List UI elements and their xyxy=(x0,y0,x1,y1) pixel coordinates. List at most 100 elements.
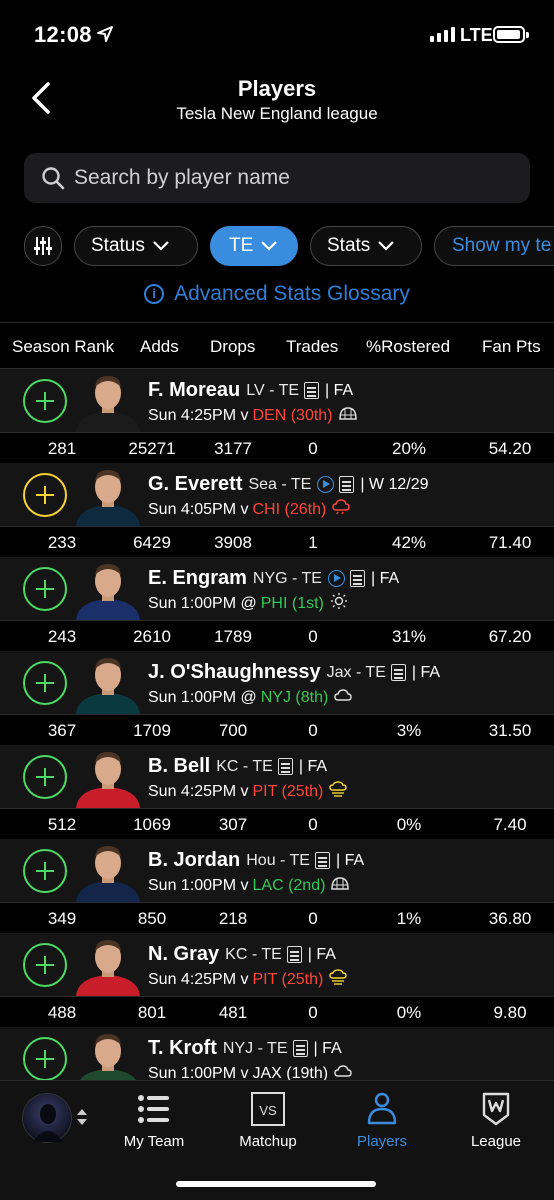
filter-row: Status TE Stats Show my te xyxy=(24,226,554,266)
stat-rank: 233 xyxy=(47,533,77,552)
stat-trades: 1 xyxy=(308,533,318,552)
stat-rostered: 31% xyxy=(391,627,427,646)
rain-cloud-icon xyxy=(326,499,350,520)
video-play-icon[interactable] xyxy=(317,476,335,493)
stat-rostered: 0% xyxy=(396,1003,422,1022)
player-headshot xyxy=(76,940,140,996)
player-row[interactable]: N. Gray KC - TE | FA Sun 4:25PM v PIT (25th)… xyxy=(0,933,554,1027)
news-note-icon[interactable] xyxy=(292,1040,308,1057)
news-note-icon[interactable] xyxy=(349,570,365,587)
add-player-button[interactable] xyxy=(23,849,67,893)
player-name-line: B. Bell KC - TE | FA xyxy=(148,755,327,778)
player-info[interactable]: F. Moreau LV - TE | FA Sun 4:25PM v DEN (30t… xyxy=(0,369,554,432)
tab-my-team[interactable]: My Team xyxy=(104,1091,204,1150)
player-row[interactable]: B. Jordan Hou - TE | FA Sun 1:00PM v LAC (2n… xyxy=(0,839,554,933)
add-player-button[interactable] xyxy=(23,661,67,705)
player-info[interactable]: G. Everett Sea - TE | W 12/29 Sun 4:05PM vC… xyxy=(0,463,554,526)
video-play-icon[interactable] xyxy=(327,570,345,587)
stat-adds: 25271 xyxy=(128,439,176,458)
stat-fan-pts: 7.40 xyxy=(493,815,527,834)
news-note-icon[interactable] xyxy=(286,946,302,963)
column-trades[interactable]: Trades xyxy=(286,337,338,357)
team-switch-icon[interactable] xyxy=(76,1108,88,1126)
column-season-rank[interactable]: Season Rank xyxy=(12,337,114,357)
tab-my-team-label: My Team xyxy=(123,1133,185,1150)
add-player-button[interactable] xyxy=(23,1037,67,1081)
player-info[interactable]: N. Gray KC - TE | FA Sun 4:25PM v PIT (25th) xyxy=(0,933,554,996)
column-adds[interactable]: Adds xyxy=(140,337,179,357)
position-filter[interactable]: TE xyxy=(210,226,298,266)
versus-icon-text: VS xyxy=(259,1103,277,1118)
player-row[interactable]: F. Moreau LV - TE | FA Sun 4:25PM v DEN (30t… xyxy=(0,369,554,463)
add-player-button[interactable] xyxy=(23,379,67,423)
search-bar[interactable] xyxy=(24,153,530,203)
opponent-rank: LAC (2nd) xyxy=(252,876,326,894)
column-fan-pts[interactable]: Fan Pts xyxy=(482,337,541,357)
player-name[interactable]: N. Gray xyxy=(148,943,219,966)
tab-players[interactable]: Players xyxy=(332,1091,432,1150)
tab-league[interactable]: League xyxy=(446,1091,546,1150)
news-note-icon[interactable] xyxy=(304,382,320,399)
player-name[interactable]: E. Engram xyxy=(148,567,247,590)
news-note-icon[interactable] xyxy=(314,852,330,869)
player-row[interactable]: G. Everett Sea - TE | W 12/29 Sun 4:05PM vC… xyxy=(0,463,554,557)
stat-drops: 3908 xyxy=(214,533,252,552)
location-arrow-icon xyxy=(97,26,113,42)
filter-settings-button[interactable] xyxy=(24,226,62,266)
player-team-position: LV - TE xyxy=(246,381,300,399)
search-input[interactable] xyxy=(74,166,494,190)
news-note-icon[interactable] xyxy=(390,664,406,681)
add-player-button[interactable] xyxy=(23,567,67,611)
stat-rostered: 3% xyxy=(396,721,422,740)
page-subtitle: Tesla New England league xyxy=(176,104,378,123)
player-headshot xyxy=(76,846,140,902)
game-time: Sun 4:25PM v xyxy=(148,970,249,988)
team-avatar[interactable] xyxy=(22,1093,72,1143)
tab-matchup-label: Matchup xyxy=(239,1133,297,1150)
player-name[interactable]: F. Moreau xyxy=(148,379,240,402)
player-info[interactable]: J. O'Shaughnessy Jax - TE | FA Sun 1:00PM @… xyxy=(0,651,554,714)
game-info: Sun 1:00PM @ NYJ (8th) xyxy=(148,687,353,708)
stat-drops: 3177 xyxy=(214,439,252,458)
player-name-line: F. Moreau LV - TE | FA xyxy=(148,379,353,402)
player-name[interactable]: G. Everett xyxy=(148,473,242,496)
stat-rank: 281 xyxy=(47,439,77,458)
player-name[interactable]: B. Jordan xyxy=(148,849,240,872)
stats-filter[interactable]: Stats xyxy=(310,226,422,266)
player-info[interactable]: E. Engram NYG - TE | FA Sun 1:00PM @ PHI (1s… xyxy=(0,557,554,620)
game-info: Sun 1:00PM v LAC (2nd) xyxy=(148,875,350,896)
player-row[interactable]: J. O'Shaughnessy Jax - TE | FA Sun 1:00PM @… xyxy=(0,651,554,745)
game-info: Sun 4:25PM v PIT (25th) xyxy=(148,969,348,990)
player-info[interactable]: B. Jordan Hou - TE | FA Sun 1:00PM v LAC (2n… xyxy=(0,839,554,902)
chevron-down-icon xyxy=(261,241,278,251)
opponent-rank: CHI (26th) xyxy=(252,500,327,518)
column-drops[interactable]: Drops xyxy=(210,337,255,357)
stat-adds: 801 xyxy=(137,1003,167,1022)
player-headshot xyxy=(76,376,140,432)
column-rostered[interactable]: %Rostered xyxy=(366,337,450,357)
stat-fan-pts: 31.50 xyxy=(488,721,532,740)
advanced-stats-glossary-link[interactable]: i Advanced Stats Glossary xyxy=(0,282,554,308)
player-stats-row: 243 2610 1789 0 31% 67.20 xyxy=(0,620,554,651)
player-stats-row: 512 1069 307 0 0% 7.40 xyxy=(0,808,554,839)
player-row[interactable]: B. Bell KC - TE | FA Sun 4:25PM v PIT (25th)… xyxy=(0,745,554,839)
add-player-button[interactable] xyxy=(23,473,67,517)
player-name[interactable]: B. Bell xyxy=(148,755,210,778)
player-info[interactable]: B. Bell KC - TE | FA Sun 4:25PM v PIT (25th) xyxy=(0,745,554,808)
status-filter[interactable]: Status xyxy=(74,226,198,266)
sun-icon xyxy=(324,593,348,614)
player-team-position: KC - TE xyxy=(216,757,273,775)
stat-trades: 0 xyxy=(308,627,318,646)
player-team-position: NYJ - TE xyxy=(222,1039,288,1057)
player-name[interactable]: T. Kroft xyxy=(148,1037,217,1060)
tab-matchup[interactable]: VS Matchup xyxy=(218,1091,318,1150)
player-name-line: T. Kroft NYJ - TE | FA xyxy=(148,1037,342,1060)
news-note-icon[interactable] xyxy=(277,758,293,775)
player-name[interactable]: J. O'Shaughnessy xyxy=(148,661,321,684)
add-player-button[interactable] xyxy=(23,755,67,799)
player-row[interactable]: E. Engram NYG - TE | FA Sun 1:00PM @ PHI (1s… xyxy=(0,557,554,651)
player-team-position: Jax - TE xyxy=(326,663,386,681)
news-note-icon[interactable] xyxy=(339,476,355,493)
show-my-team-filter[interactable]: Show my te xyxy=(434,226,554,266)
add-player-button[interactable] xyxy=(23,943,67,987)
